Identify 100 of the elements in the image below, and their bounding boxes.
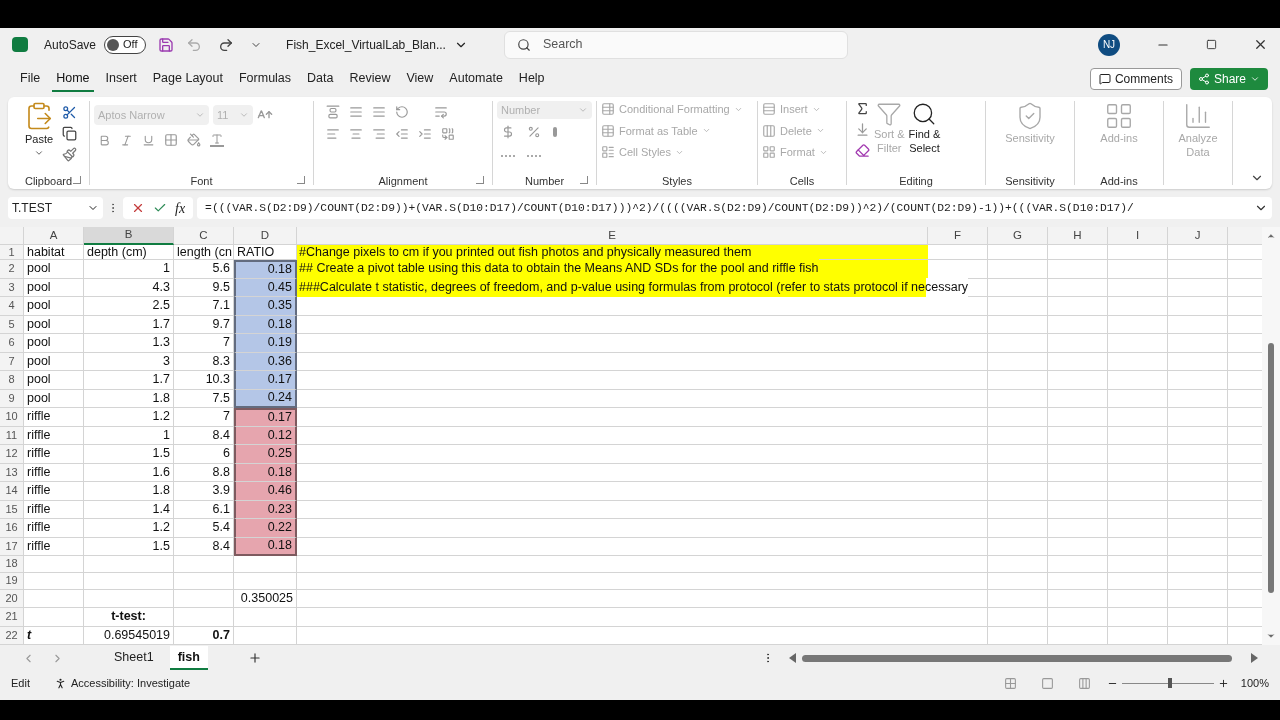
column-header[interactable]: F: [928, 227, 988, 245]
table-cell: riffle: [24, 445, 84, 464]
user-avatar[interactable]: NJ: [1098, 33, 1120, 56]
dialog-launcher-icon[interactable]: [580, 176, 588, 184]
accessibility-button[interactable]: Accessibility: Investigate: [53, 674, 191, 692]
share-button[interactable]: Share: [1189, 68, 1268, 90]
row-header[interactable]: 2: [0, 260, 24, 279]
restore-icon[interactable]: [1206, 39, 1217, 50]
row-header[interactable]: 14: [0, 482, 24, 501]
decrease-indent-icon[interactable]: [395, 127, 409, 141]
row-header[interactable]: 8: [0, 371, 24, 390]
ribbon-tab[interactable]: Automate: [445, 66, 507, 92]
currency-icon[interactable]: [501, 125, 515, 139]
ribbon-tab[interactable]: Formulas: [234, 66, 296, 92]
row-header[interactable]: 4: [0, 297, 24, 316]
ribbon-tab[interactable]: Data: [303, 66, 338, 92]
close-icon[interactable]: [1253, 37, 1268, 52]
column-header[interactable]: B: [84, 227, 174, 245]
bold-icon[interactable]: [98, 133, 111, 147]
comments-button[interactable]: Comments: [1089, 68, 1182, 90]
insert-function-button[interactable]: fx: [175, 197, 186, 219]
scroll-up-icon[interactable]: [1266, 231, 1276, 241]
search-field[interactable]: Search: [503, 30, 848, 59]
column-header[interactable]: C: [174, 227, 234, 245]
ribbon-tab[interactable]: Help: [514, 66, 549, 92]
name-box[interactable]: T.TEST: [8, 197, 103, 219]
ribbon-tab[interactable]: Insert: [101, 66, 141, 92]
align-center-icon[interactable]: [349, 127, 363, 141]
row-header[interactable]: 6: [0, 334, 24, 353]
page-break-icon[interactable]: [1077, 676, 1091, 690]
align-right-icon[interactable]: [372, 127, 386, 141]
autosum-icon[interactable]: [855, 101, 870, 116]
merge-icon[interactable]: [441, 127, 455, 141]
cut-icon[interactable]: [62, 105, 77, 120]
fill-color-icon[interactable]: [187, 133, 201, 147]
column-header[interactable]: D: [234, 227, 297, 245]
row-header[interactable]: 10: [0, 408, 24, 427]
file-name-button[interactable]: Fish_Excel_VirtualLab_Blan...: [286, 35, 468, 54]
enter-icon[interactable]: [153, 201, 167, 215]
sheet-tab[interactable]: Sheet1: [106, 646, 162, 670]
dialog-launcher-icon[interactable]: [297, 176, 305, 184]
align-bottom-icon[interactable]: [372, 105, 386, 119]
borders-icon[interactable]: [164, 133, 178, 147]
increase-indent-icon[interactable]: [418, 127, 432, 141]
table-cell: [988, 537, 1048, 556]
paste-button[interactable]: Paste: [20, 101, 58, 158]
column-header[interactable]: G: [988, 227, 1048, 245]
scroll-right-icon[interactable]: [1250, 653, 1258, 663]
ribbon-tab[interactable]: Review: [345, 66, 395, 92]
zoom-thumb[interactable]: [1167, 677, 1172, 688]
italic-icon[interactable]: [120, 133, 133, 147]
scroll-down-icon[interactable]: [1266, 631, 1276, 641]
formula-field[interactable]: =(((VAR.S(D2:D9)/COUNT(D2:D9))+(VAR.S(D10:D17)/COUNT(D10:D17)))^2)/((((VAR.S(D2:D9)/COUNT(D2:D9))^2)/(COUNT(D2:D9)-1))+(((VAR.S(D10:D17)/: [197, 197, 1272, 219]
eraser-icon[interactable]: [855, 143, 870, 158]
underline-icon[interactable]: [142, 133, 155, 147]
zoom-text[interactable]: 100%: [1240, 674, 1269, 692]
ribbon-tab[interactable]: Page Layout: [148, 66, 227, 92]
table-cell: [1048, 352, 1108, 371]
row-header[interactable]: 12: [0, 445, 24, 464]
zoom-in-icon[interactable]: [1217, 677, 1229, 689]
find-select-button[interactable]: Find & Select: [908, 101, 941, 155]
align-top-icon[interactable]: [326, 105, 340, 119]
column-header[interactable]: H: [1048, 227, 1108, 245]
ribbon-tab[interactable]: Home: [52, 66, 94, 92]
table-cell: [24, 608, 84, 627]
percent-icon[interactable]: [527, 125, 541, 139]
redo-icon[interactable]: [218, 36, 235, 53]
fill-icon[interactable]: [855, 122, 870, 137]
scroll-left-icon[interactable]: [788, 653, 796, 663]
sheet-tab[interactable]: fish: [169, 646, 208, 670]
vertical-scrollbar[interactable]: [1268, 343, 1274, 593]
row-header[interactable]: 21: [0, 608, 24, 627]
row-header[interactable]: 1: [0, 245, 24, 260]
cancel-icon[interactable]: [131, 201, 145, 215]
row-header[interactable]: 16: [0, 519, 24, 538]
font-color-icon[interactable]: [210, 133, 224, 147]
align-middle-icon[interactable]: [349, 105, 363, 119]
wrap-text-icon[interactable]: [434, 105, 448, 119]
column-header[interactable]: I: [1108, 227, 1168, 245]
add-sheet-icon[interactable]: [247, 651, 262, 665]
horizontal-scrollbar[interactable]: [801, 654, 1232, 662]
undo-icon[interactable]: [186, 36, 203, 53]
dialog-launcher-icon[interactable]: [73, 176, 81, 184]
autosave-toggle[interactable]: Off: [104, 35, 147, 54]
dialog-launcher-icon[interactable]: [476, 176, 484, 184]
normal-view-icon[interactable]: [1003, 676, 1017, 690]
align-left-icon[interactable]: [326, 127, 340, 141]
copy-icon[interactable]: [62, 126, 77, 141]
ribbon-tab[interactable]: File: [16, 66, 45, 92]
table-cell: [928, 408, 988, 427]
comma-style-icon[interactable]: [553, 127, 557, 137]
save-icon[interactable]: [158, 36, 175, 53]
ribbon-tab[interactable]: View: [402, 66, 438, 92]
caret-icon: [1250, 74, 1260, 84]
page-layout-icon[interactable]: [1040, 676, 1054, 690]
table-cell: 0.19: [234, 334, 297, 353]
column-header[interactable]: J: [1168, 227, 1228, 245]
orientation-icon[interactable]: [395, 105, 409, 119]
format-painter-icon[interactable]: [62, 147, 77, 162]
row-header[interactable]: 18: [0, 556, 24, 573]
